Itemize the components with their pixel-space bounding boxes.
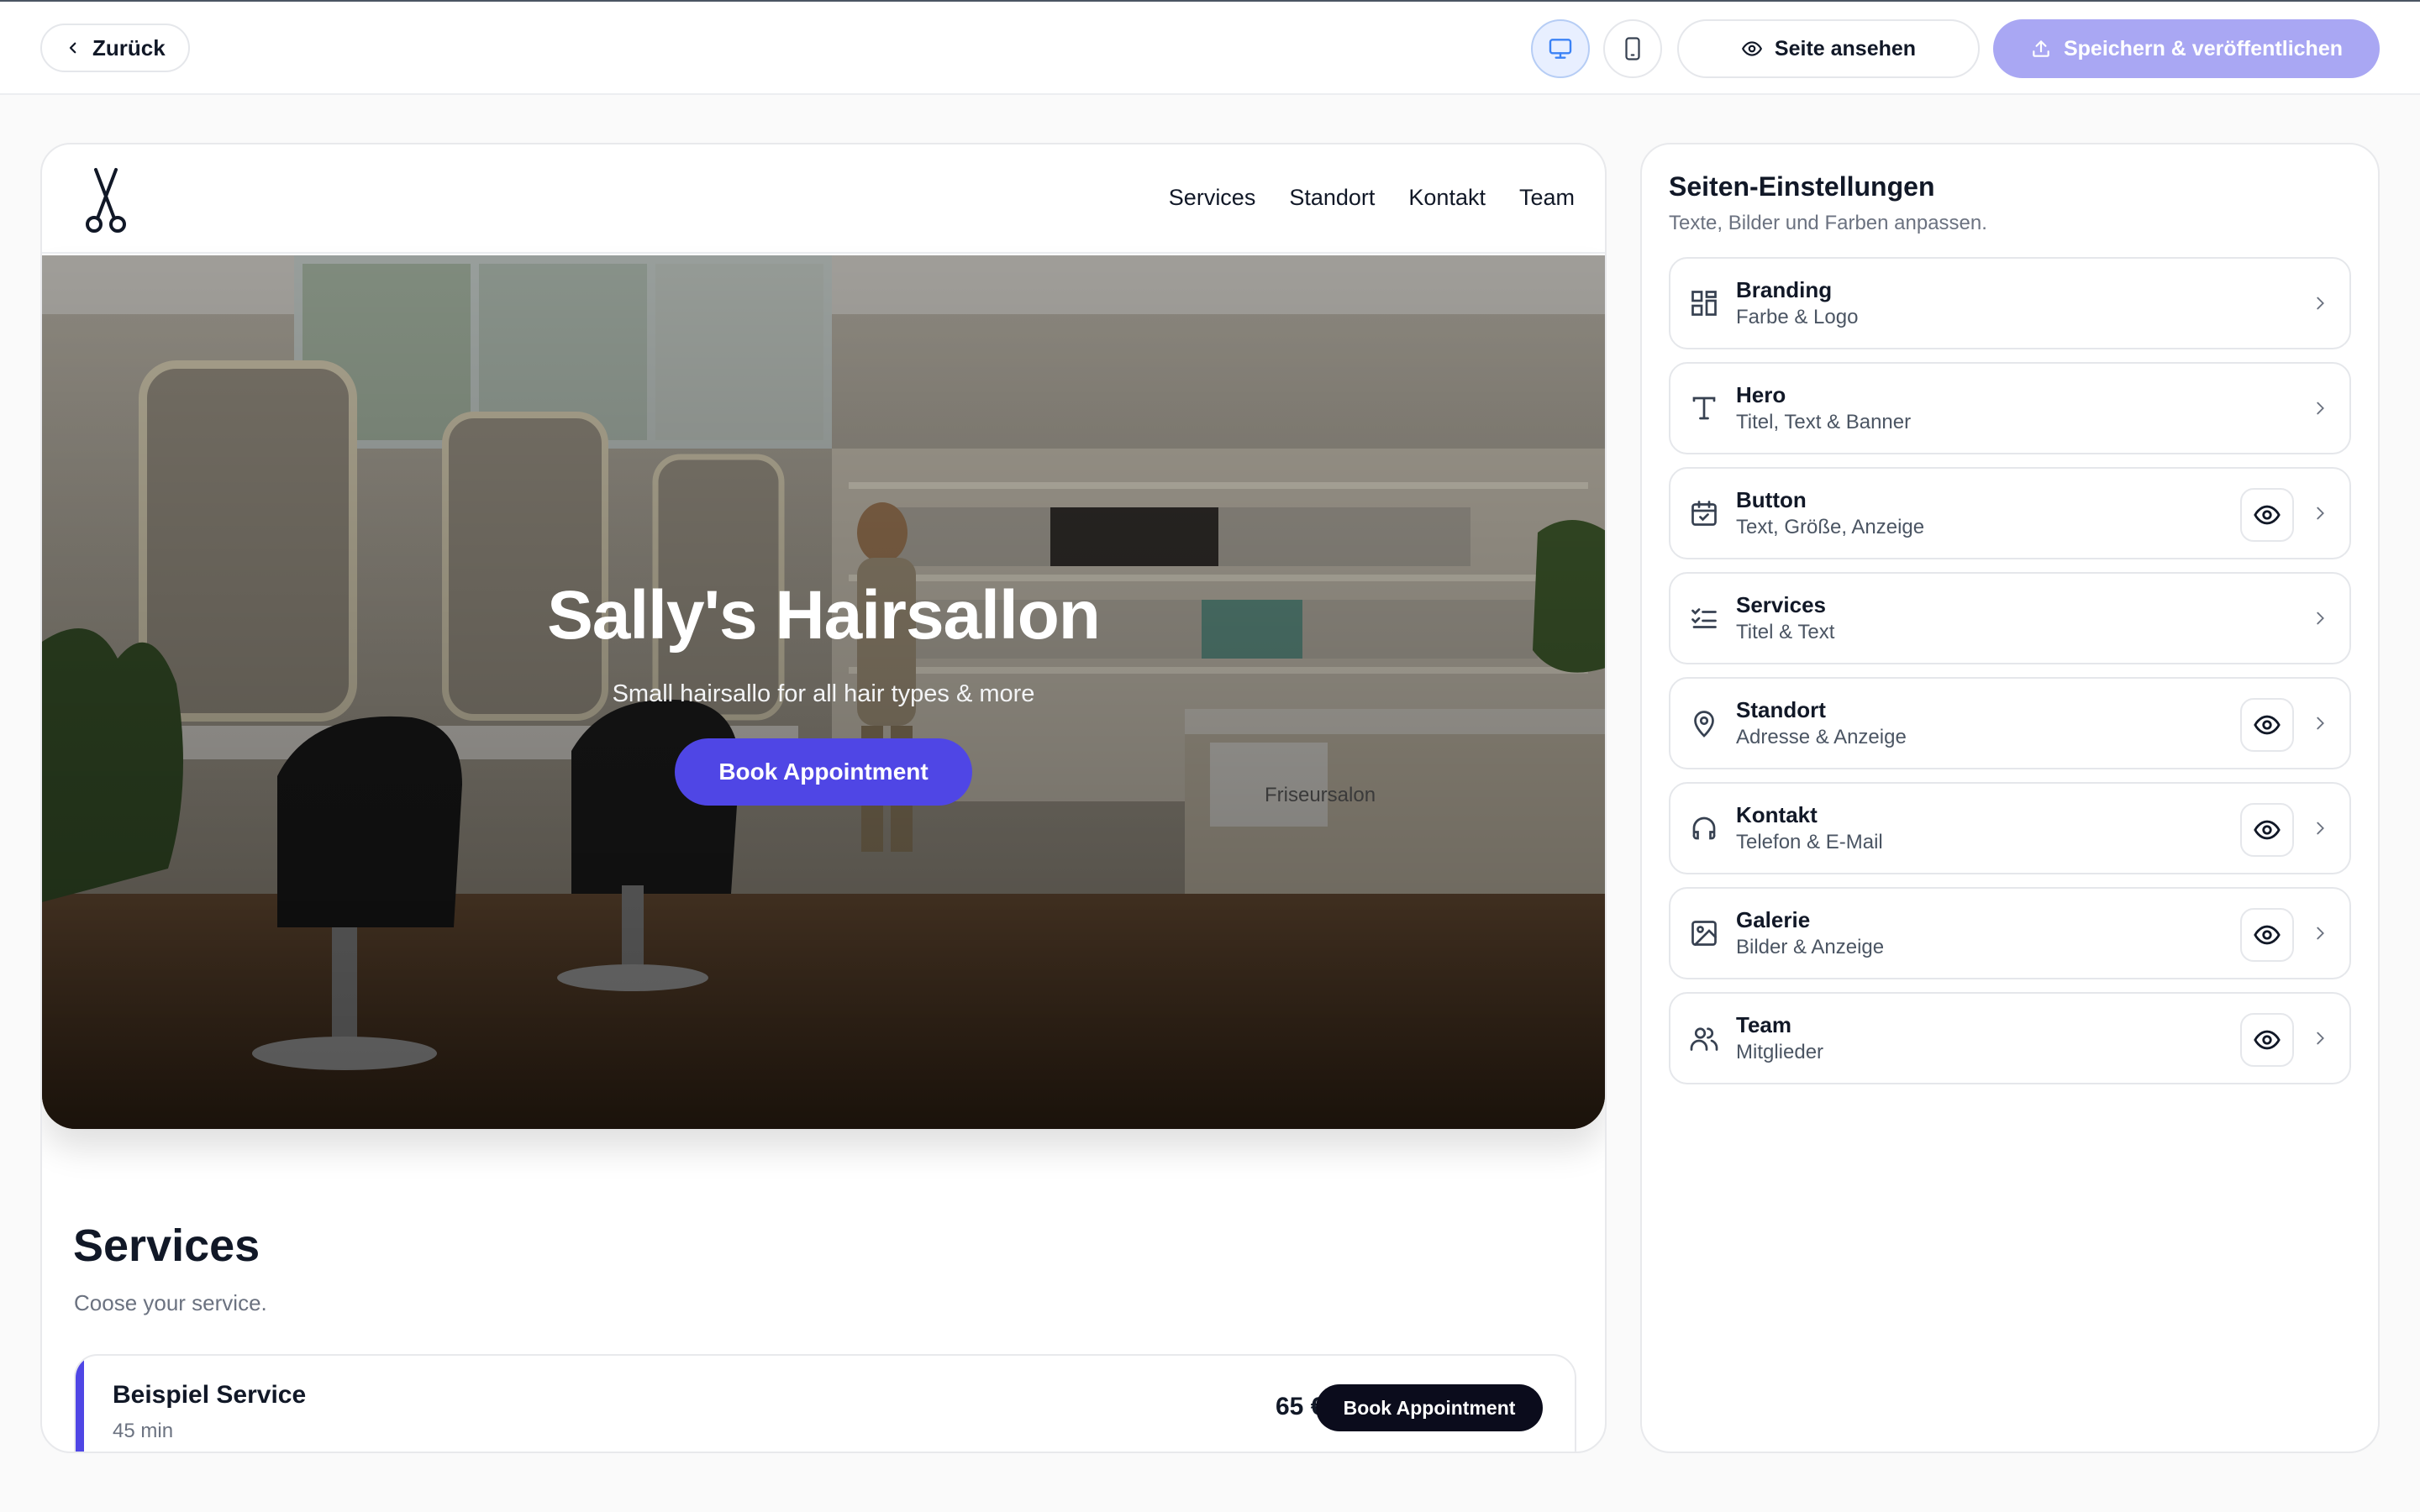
services-heading: Services <box>73 1221 260 1271</box>
visibility-toggle-button[interactable] <box>2240 908 2294 962</box>
settings-item-label: Branding <box>1736 277 1833 302</box>
list-checks-icon <box>1691 608 1717 628</box>
site-nav-menu: Services Standort Kontakt Team <box>1169 185 1575 211</box>
settings-item-hero[interactable]: Hero Titel, Text & Banner <box>1669 362 2351 454</box>
settings-item-label: Services <box>1736 592 1826 617</box>
eye-icon <box>1742 41 1762 56</box>
eye-icon <box>2254 715 2281 735</box>
settings-item-desc: Text, Größe, Anzeige <box>1736 516 1925 538</box>
settings-item-kontakt[interactable]: Kontakt Telefon & E-Mail <box>1669 782 2351 874</box>
image-icon <box>1691 921 1717 946</box>
services-subtitle: Coose your service. <box>74 1290 267 1315</box>
back-button-label: Zurück <box>92 34 166 60</box>
settings-item-desc: Titel, Text & Banner <box>1736 411 1912 433</box>
save-publish-button[interactable]: Speichern & veröffentlichen <box>1993 19 2380 78</box>
service-book-button[interactable]: Book Appointment <box>1316 1384 1543 1431</box>
hero-title: Sally's Hairsallon <box>547 577 1101 654</box>
desktop-preview-toggle[interactable] <box>1531 19 1590 78</box>
settings-item-label: Galerie <box>1736 907 1811 932</box>
hero-subtitle: Small hairsallo for all hair types & mor… <box>612 680 1035 707</box>
settings-item-desc: Titel & Text <box>1736 621 1835 643</box>
page-settings-panel: Seiten-Einstellungen Texte, Bilder und F… <box>1640 143 2380 1453</box>
settings-item-label: Standort <box>1736 697 1826 722</box>
view-page-label: Seite ansehen <box>1774 36 1917 60</box>
chevron-right-icon <box>2317 927 2324 940</box>
back-button[interactable]: Zurück <box>40 24 190 72</box>
settings-item-services[interactable]: Services Titel & Text <box>1669 572 2351 664</box>
visibility-toggle-button[interactable] <box>2240 803 2294 857</box>
scissors-logo-icon <box>86 168 126 233</box>
layout-grid-icon <box>1691 291 1717 316</box>
settings-item-galerie[interactable]: Galerie Bilder & Anzeige <box>1669 887 2351 979</box>
settings-item-desc: Mitglieder <box>1736 1041 1824 1063</box>
chevron-right-icon <box>2317 507 2324 520</box>
settings-item-desc: Adresse & Anzeige <box>1736 726 1907 748</box>
settings-item-label: Hero <box>1736 382 1786 407</box>
smartphone-icon <box>1625 37 1640 60</box>
chevron-right-icon <box>2317 612 2324 625</box>
hero-book-button[interactable]: Book Appointment <box>675 738 972 806</box>
hero-banner: Friseursalon Sally's Hairsallon Small ha… <box>42 255 1605 1129</box>
settings-item-desc: Bilder & Anzeige <box>1736 936 1885 958</box>
chevron-right-icon <box>2317 402 2324 415</box>
service-card: Beispiel Service 45 min 65 € Book Appoin… <box>74 1354 1576 1452</box>
upload-icon <box>2033 40 2049 57</box>
site-preview: Services Standort Kontakt Team Friseursa… <box>40 143 1607 1453</box>
chevron-left-icon <box>69 42 76 54</box>
settings-item-label: Button <box>1736 487 1807 512</box>
service-name: Beispiel Service <box>113 1381 307 1409</box>
service-duration: 45 min <box>113 1420 174 1442</box>
settings-subtitle: Texte, Bilder und Farben anpassen. <box>1669 212 1987 234</box>
settings-title: Seiten-Einstellungen <box>1669 171 1935 202</box>
chevron-right-icon <box>2317 1032 2324 1045</box>
view-page-button[interactable]: Seite ansehen <box>1677 19 1980 78</box>
hero-content: Sally's Hairsallon Small hairsallo for a… <box>42 255 1605 1129</box>
mobile-preview-toggle[interactable] <box>1603 19 1662 78</box>
settings-item-standort[interactable]: Standort Adresse & Anzeige <box>1669 677 2351 769</box>
users-icon <box>1690 1027 1718 1051</box>
chevron-right-icon <box>2317 717 2324 730</box>
visibility-toggle-button[interactable] <box>2240 1013 2294 1067</box>
eye-icon <box>2254 505 2281 525</box>
nav-services[interactable]: Services <box>1169 185 1256 211</box>
nav-standort[interactable]: Standort <box>1289 185 1375 211</box>
type-icon <box>1692 396 1716 420</box>
settings-item-desc: Telefon & E-Mail <box>1736 831 1883 853</box>
eye-icon <box>2254 820 2281 840</box>
chevron-right-icon <box>2317 822 2324 835</box>
site-header: Services Standort Kontakt Team <box>42 144 1605 254</box>
eye-icon <box>2254 925 2281 945</box>
service-card-accent <box>76 1356 84 1452</box>
calendar-check-icon <box>1691 501 1717 526</box>
monitor-icon <box>1549 39 1572 59</box>
settings-item-label: Kontakt <box>1736 802 1818 827</box>
nav-team[interactable]: Team <box>1519 185 1575 211</box>
chevron-right-icon <box>2317 297 2324 310</box>
settings-item-desc: Farbe & Logo <box>1736 306 1859 328</box>
visibility-toggle-button[interactable] <box>2240 488 2294 542</box>
settings-item-button[interactable]: Button Text, Größe, Anzeige <box>1669 467 2351 559</box>
nav-kontakt[interactable]: Kontakt <box>1408 185 1486 211</box>
settings-item-branding[interactable]: Branding Farbe & Logo <box>1669 257 2351 349</box>
eye-icon <box>2254 1030 2281 1050</box>
headphones-icon <box>1692 816 1716 840</box>
settings-item-label: Team <box>1736 1012 1791 1037</box>
top-toolbar: Zurück Seite ansehen Speichern & veröffe… <box>0 0 2420 95</box>
map-pin-icon <box>1694 711 1714 738</box>
save-publish-label: Speichern & veröffentlichen <box>2063 36 2344 60</box>
visibility-toggle-button[interactable] <box>2240 698 2294 752</box>
settings-item-team[interactable]: Team Mitglieder <box>1669 992 2351 1084</box>
